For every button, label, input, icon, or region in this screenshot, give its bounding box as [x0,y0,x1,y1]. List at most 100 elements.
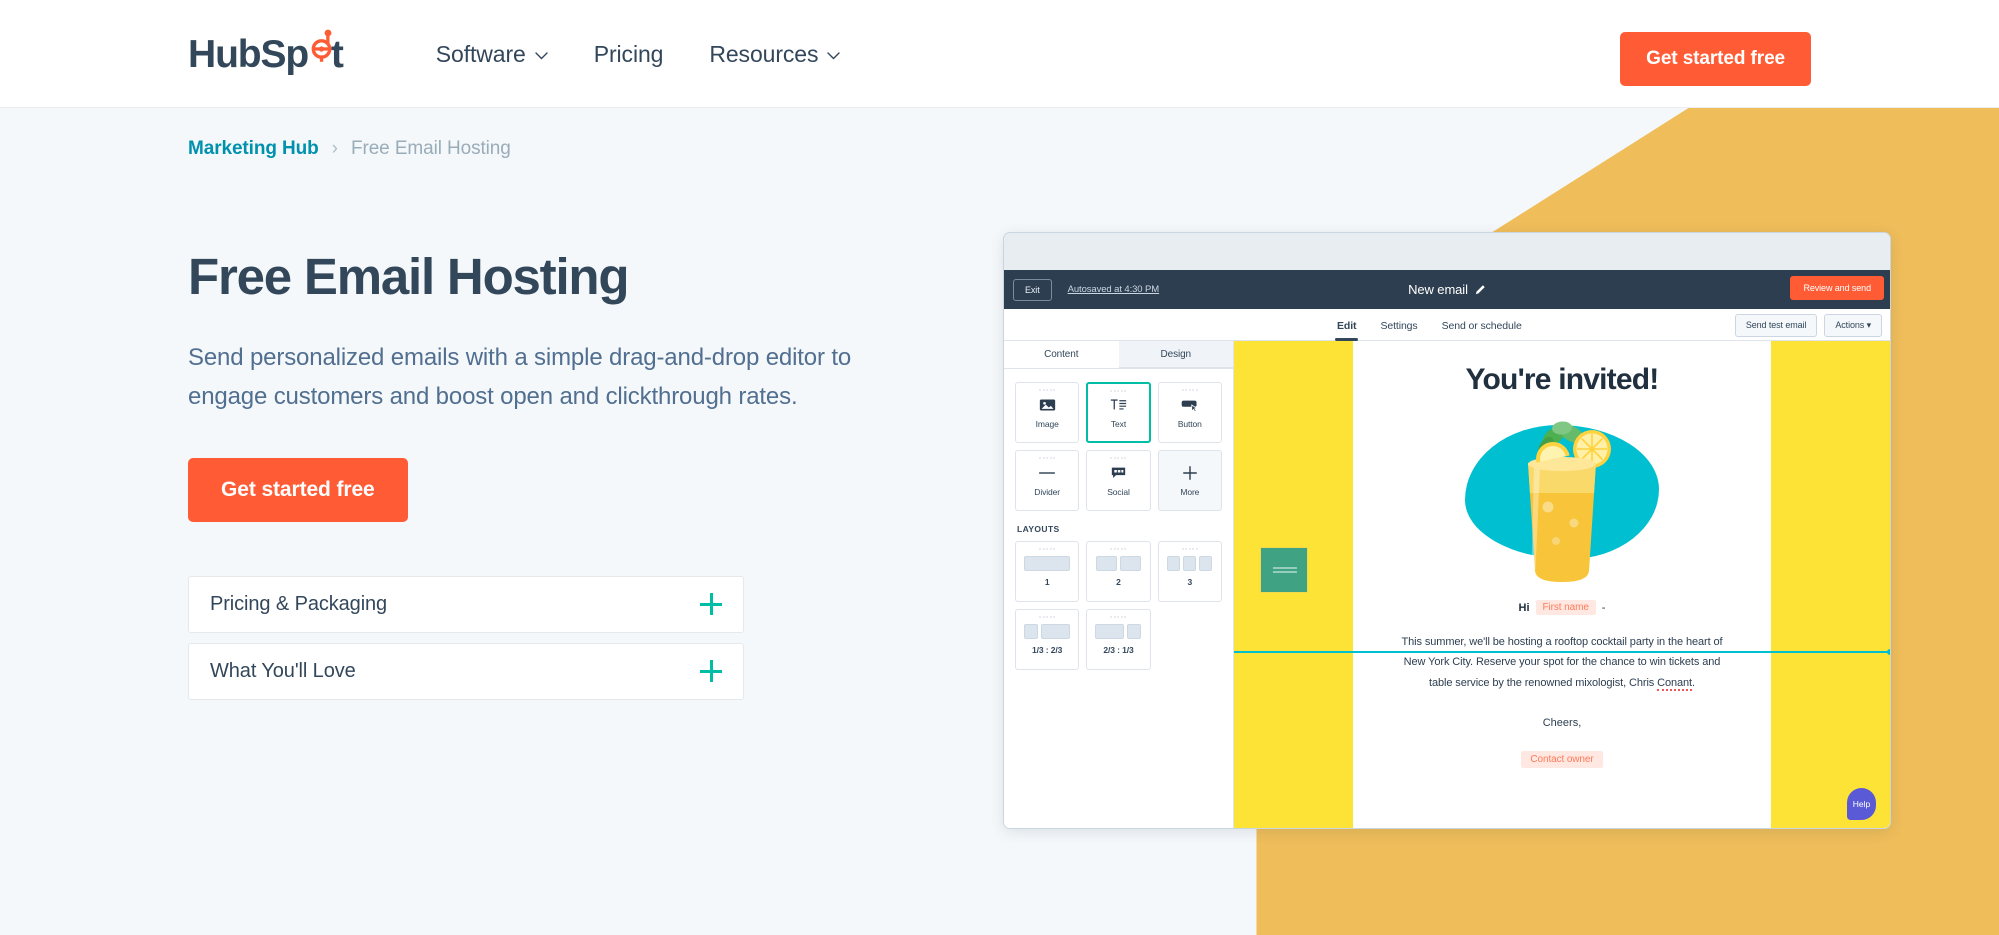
drag-handle-icon[interactable] [1181,548,1198,550]
nav-item-pricing[interactable]: Pricing [594,41,664,68]
nav-links: Software Pricing Resources [436,41,841,68]
tab-edit[interactable]: Edit [1334,320,1359,341]
plus-icon[interactable] [700,593,722,616]
top-navigation-bar: HubSpot Software [0,0,1999,108]
accordion-item-label: What You'll Love [210,659,356,682]
layout-preview-icon [1024,624,1071,639]
greeting-prefix: Hi [1518,601,1530,614]
breadcrumb-marketing-hub-link[interactable]: Marketing Hub [188,138,319,160]
sprocket-icon [311,29,332,62]
breadcrumb-separator-icon: › [331,138,338,159]
personalization-token-contact-owner[interactable]: Contact owner [1521,751,1603,769]
module-label: More [1180,487,1200,497]
email-body-text[interactable]: This summer, we'll be hosting a rooftop … [1401,632,1723,693]
module-label: Text [1110,419,1127,429]
layout-preview-icon [1024,556,1071,571]
module-card-button[interactable]: Button [1157,382,1222,443]
drag-drop-indicator-line [1234,649,1890,655]
layout-label: 3 [1187,577,1193,587]
layout-card-third-twothirds[interactable]: 1/3 : 2/3 [1015,609,1080,670]
layout-card-1[interactable]: 1 [1015,541,1080,602]
drag-handle-icon[interactable] [1110,457,1127,459]
pencil-edit-icon[interactable] [1475,284,1486,295]
nav-item-resources[interactable]: Resources [709,40,841,68]
module-card-social[interactable]: Social [1086,450,1151,511]
accordion-list: Pricing & Packaging What You'll Love [188,575,744,700]
module-card-image[interactable]: Image [1015,382,1080,443]
drag-handle-icon[interactable] [1039,457,1056,459]
divider-icon [1036,464,1058,482]
dragged-module-placeholder[interactable] [1260,547,1308,593]
drag-handle-icon[interactable] [1039,548,1056,550]
button-icon [1179,396,1201,414]
email-editor-screenshot: Exit Autosaved at 4:30 PM New email Revi… [1003,232,1891,829]
breadcrumb: Marketing Hub › Free Email Hosting [188,138,511,160]
email-canvas[interactable]: You're invited! Hi First name - This sum… [1234,341,1890,828]
send-test-email-button[interactable]: Send test email [1734,314,1818,337]
plus-icon [1179,464,1201,482]
misspelled-word: Conant [1657,676,1693,691]
exit-button[interactable]: Exit [1013,278,1052,301]
nav-item-resources-label: Resources [709,40,819,67]
plus-icon[interactable] [700,660,722,683]
email-name-text: New email [1408,282,1468,297]
personalization-token-first-name[interactable]: First name [1535,600,1596,615]
social-icon [1107,464,1129,482]
accordion-item-label: Pricing & Packaging [210,592,388,615]
help-button[interactable]: Help [1847,788,1876,820]
editor-sidebar: Content Design Image Text Button Divider… [1004,341,1234,828]
sidebar-tab-content[interactable]: Content [1004,341,1119,368]
module-card-text[interactable]: Text [1086,382,1151,443]
module-card-divider[interactable]: Divider [1015,450,1080,511]
breadcrumb-current-page: Free Email Hosting [350,138,511,159]
page-title: Free Email Hosting [188,248,630,305]
layout-card-2[interactable]: 2 [1086,541,1151,602]
drag-handle-icon[interactable] [1110,616,1127,618]
layout-label: 2/3 : 1/3 [1103,645,1134,655]
nav-inner: HubSpot Software [0,0,1999,108]
body-line-2: New York City. Reserve your spot for the… [1403,656,1721,669]
nav-item-software[interactable]: Software [436,41,548,68]
tab-settings[interactable]: Settings [1380,320,1417,341]
lemonade-glass-image [1528,421,1611,582]
review-and-send-button[interactable]: Review and send [1790,276,1884,300]
module-label: Image [1035,419,1059,429]
module-label: Divider [1034,487,1061,497]
layout-card-3[interactable]: 3 [1157,541,1222,602]
drag-handle-icon[interactable] [1039,616,1056,618]
drag-handle-icon[interactable] [1110,548,1127,550]
module-card-more[interactable]: More [1157,450,1222,511]
canvas-right-yellow-band [1771,341,1890,828]
tab-send-or-schedule[interactable]: Send or schedule [1442,320,1522,341]
greeting-suffix: - [1601,601,1606,614]
chevron-down-icon [827,52,841,60]
body-line-1: This summer, we'll be hosting a rooftop … [1401,636,1723,648]
hero-get-started-free-button[interactable]: Get started free [188,457,408,522]
accordion-item-what-youll-love[interactable]: What You'll Love [188,642,744,700]
editor-tabs: Edit Settings Send or schedule [1334,309,1522,341]
layout-card-twothirds-third[interactable]: 2/3 : 1/3 [1086,609,1151,670]
accordion-item-pricing-packaging[interactable]: Pricing & Packaging [188,575,744,633]
drag-handle-icon[interactable] [1181,389,1198,391]
actions-dropdown-button[interactable]: Actions ▾ [1824,314,1882,337]
image-icon [1036,396,1058,414]
autosaved-status[interactable]: Autosaved at 4:30 PM [1068,284,1160,295]
module-grid: Image Text Button Divider Social More [1004,369,1233,511]
hero-copy: Free Email Hosting Send personalized ema… [188,248,908,710]
body-line-3-post: . [1692,676,1695,689]
text-icon [1107,396,1129,414]
editor-action-buttons: Send test email Actions ▾ [1734,314,1882,337]
sidebar-tabs: Content Design [1004,341,1233,369]
nav-item-software-label: Software [435,40,526,67]
hero-subtitle: Send personalized emails with a simple d… [188,344,852,410]
hubspot-logo[interactable]: HubSpot [188,29,344,76]
editor-top-bar: Exit Autosaved at 4:30 PM New email Revi… [1004,270,1890,309]
chevron-down-icon [535,52,548,60]
sidebar-tab-design[interactable]: Design [1118,341,1233,368]
email-content-area: You're invited! Hi First name - This sum… [1260,341,1771,828]
layout-preview-icon [1167,556,1213,571]
email-hero-image[interactable] [1260,409,1771,593]
drag-handle-icon[interactable] [1110,390,1127,392]
drag-handle-icon[interactable] [1039,389,1056,391]
nav-get-started-free-button[interactable]: Get started free [1620,32,1811,86]
